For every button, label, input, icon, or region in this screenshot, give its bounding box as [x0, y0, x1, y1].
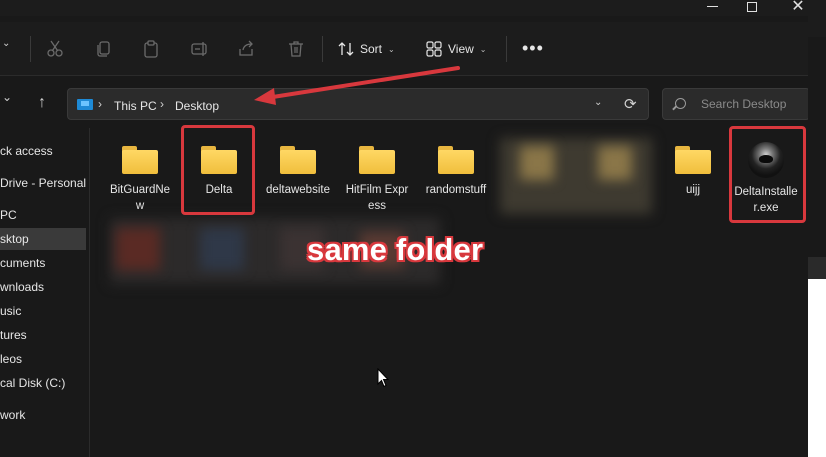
chevron-down-icon: ⌄ — [388, 44, 395, 54]
folder-item[interactable]: BitGuardNew — [102, 128, 178, 214]
toolbar-divider — [30, 36, 31, 62]
paste-icon[interactable] — [142, 40, 160, 58]
folder-icon — [438, 146, 474, 174]
redacted-files — [598, 146, 632, 180]
sidebar-item-label: usic — [0, 304, 22, 318]
view-button[interactable]: View ⌄ — [426, 38, 487, 60]
sidebar-item-quick-access[interactable]: ck access — [0, 140, 86, 162]
rename-icon[interactable] — [191, 40, 209, 58]
annotation-arrow — [254, 66, 460, 105]
breadcrumb-separator: › — [98, 97, 102, 111]
redacted-files — [116, 228, 160, 270]
sidebar-item-label: Drive - Personal — [0, 176, 86, 190]
folder-icon — [280, 146, 316, 174]
view-grid-icon — [426, 41, 442, 57]
more-options-button[interactable]: ••• — [522, 39, 544, 57]
folder-label: uijj — [685, 184, 701, 196]
sort-label: Sort — [360, 42, 383, 56]
folder-item[interactable]: uijj — [655, 128, 731, 198]
redacted-files — [520, 146, 554, 180]
delete-icon[interactable] — [287, 40, 305, 58]
share-icon[interactable] — [238, 40, 256, 58]
sidebar-item-label: wnloads — [0, 280, 45, 294]
title-bar: ✕ — [0, 0, 808, 16]
sidebar-item-local-disk[interactable]: cal Disk (C:) — [0, 372, 86, 394]
folder-item[interactable]: deltawebsite — [260, 128, 336, 198]
folder-label: BitGuardNew — [109, 184, 171, 212]
search-icon — [675, 98, 686, 109]
sidebar-item-desktop[interactable]: sktop — [0, 228, 86, 250]
folder-icon — [675, 146, 711, 174]
installer-highlight — [729, 126, 806, 223]
close-icon: ✕ — [791, 0, 805, 15]
refresh-icon[interactable]: ⟳ — [624, 95, 637, 113]
sidebar-item-downloads[interactable]: wnloads — [0, 276, 86, 298]
sidebar-item-label: tures — [0, 328, 27, 342]
sidebar-item-this-pc[interactable]: PC — [0, 204, 86, 226]
sidebar-item-onedrive[interactable]: Drive - Personal — [0, 172, 86, 194]
redacted-files — [200, 228, 244, 270]
folder-label: deltawebsite — [266, 184, 330, 196]
breadcrumb-desktop[interactable]: Desktop — [175, 99, 219, 113]
copy-icon[interactable] — [95, 40, 113, 58]
delta-folder-highlight — [181, 125, 255, 215]
sidebar-item-videos[interactable]: leos — [0, 348, 86, 370]
sort-icon — [338, 42, 354, 56]
folder-item[interactable]: randomstuff — [418, 128, 494, 198]
search-input[interactable] — [701, 95, 805, 113]
folder-label: HitFilm Express — [345, 184, 409, 212]
breadcrumb-this-pc[interactable]: This PC — [114, 99, 157, 113]
folder-label: randomstuff — [425, 184, 487, 196]
navigation-pane: ck access Drive - Personal PC sktop cume… — [0, 128, 90, 457]
breadcrumb-separator: › — [160, 97, 164, 111]
sidebar-item-label: cal Disk (C:) — [0, 376, 66, 390]
sort-button[interactable]: Sort ⌄ — [338, 38, 395, 60]
annotation-text: same folder — [307, 232, 484, 267]
recent-locations-chevron-icon[interactable]: ⌄ — [2, 90, 12, 104]
toolbar-divider — [506, 36, 507, 62]
background-window-edge — [808, 0, 826, 457]
maximize-icon — [747, 2, 757, 12]
sidebar-item-label: work — [0, 408, 26, 422]
mouse-cursor-icon — [377, 368, 389, 388]
cut-icon[interactable] — [46, 40, 64, 58]
sidebar-item-label: ck access — [0, 144, 53, 158]
sidebar-item-network[interactable]: work — [0, 404, 86, 426]
toolbar-divider — [322, 36, 323, 62]
sidebar-item-music[interactable]: usic — [0, 300, 86, 322]
sidebar-item-label: sktop — [0, 232, 29, 246]
view-label: View — [448, 42, 474, 56]
sidebar-item-pictures[interactable]: tures — [0, 324, 86, 346]
maximize-button[interactable] — [730, 0, 774, 16]
new-dropdown-chevron-icon[interactable]: ⌄ — [2, 38, 20, 56]
sidebar-item-documents[interactable]: cuments — [0, 252, 86, 274]
minimize-button[interactable] — [690, 0, 734, 16]
sidebar-item-label: leos — [0, 352, 23, 366]
folder-icon — [359, 146, 395, 174]
search-box[interactable] — [662, 88, 810, 120]
minimize-icon — [706, 5, 718, 7]
folder-item[interactable]: HitFilm Express — [339, 128, 415, 214]
sidebar-item-label: cuments — [0, 256, 46, 270]
sidebar-item-label: PC — [0, 208, 17, 222]
this-pc-icon — [77, 99, 93, 110]
chevron-down-icon: ⌄ — [479, 44, 487, 54]
up-arrow-icon[interactable]: ↑ — [38, 94, 46, 112]
address-history-chevron-icon[interactable]: ⌄ — [594, 97, 602, 108]
folder-icon — [122, 146, 158, 174]
